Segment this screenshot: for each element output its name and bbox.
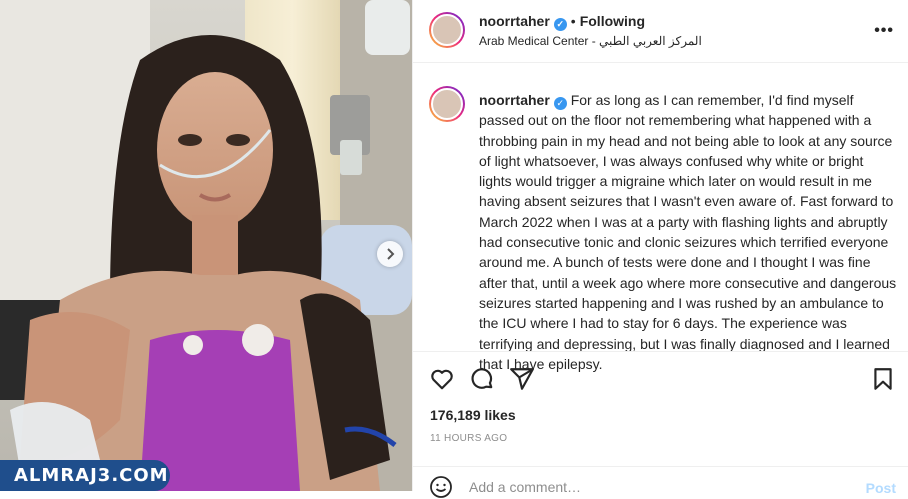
chevron-right-icon (387, 248, 395, 260)
comment-bar: Post (413, 466, 908, 499)
watermark-text: ALMRAJ3.COM (14, 465, 169, 486)
header-username-row: noorrtaher ✓ • Following (479, 13, 645, 31)
caption-verified-badge-icon: ✓ (553, 97, 567, 110)
verified-badge-icon: ✓ (553, 18, 567, 31)
caption-username[interactable]: noorrtaher (479, 92, 550, 108)
likes-count[interactable]: 176,189 likes (430, 407, 516, 423)
post-location[interactable]: Arab Medical Center - المركز العربي الطب… (479, 34, 702, 48)
next-photo-button[interactable] (377, 241, 403, 267)
post-details-panel: noorrtaher ✓ • Following Arab Medical Cente… (412, 0, 908, 498)
actions-divider (413, 351, 908, 352)
like-icon[interactable] (429, 366, 455, 392)
post-header: noorrtaher ✓ • Following Arab Medical Cente… (413, 0, 908, 63)
bookmark-icon[interactable] (870, 366, 896, 392)
caption-text: For as long as I can remember, I'd find … (479, 92, 897, 372)
post-caption: noorrtaher ✓ For as long as I can remembe… (479, 90, 897, 374)
post-photo[interactable]: ALMRAJ3.COM (0, 0, 412, 491)
share-icon[interactable] (509, 366, 535, 392)
more-options-icon[interactable]: ••• (874, 22, 894, 40)
post-timestamp[interactable]: 11 HOURS AGO (430, 433, 507, 444)
comment-icon[interactable] (469, 366, 495, 392)
post-comment-button[interactable]: Post (866, 480, 896, 496)
action-bar (429, 366, 535, 392)
author-avatar[interactable] (429, 12, 465, 48)
separator-dot: • (570, 13, 576, 29)
photo-illustration (0, 0, 412, 491)
comment-input[interactable] (469, 479, 829, 495)
emoji-icon[interactable] (429, 475, 453, 499)
watermark-logo: ALMRAJ3.COM (0, 460, 170, 491)
caption-avatar[interactable] (429, 86, 465, 122)
following-button[interactable]: Following (580, 13, 645, 29)
author-username[interactable]: noorrtaher (479, 13, 550, 29)
